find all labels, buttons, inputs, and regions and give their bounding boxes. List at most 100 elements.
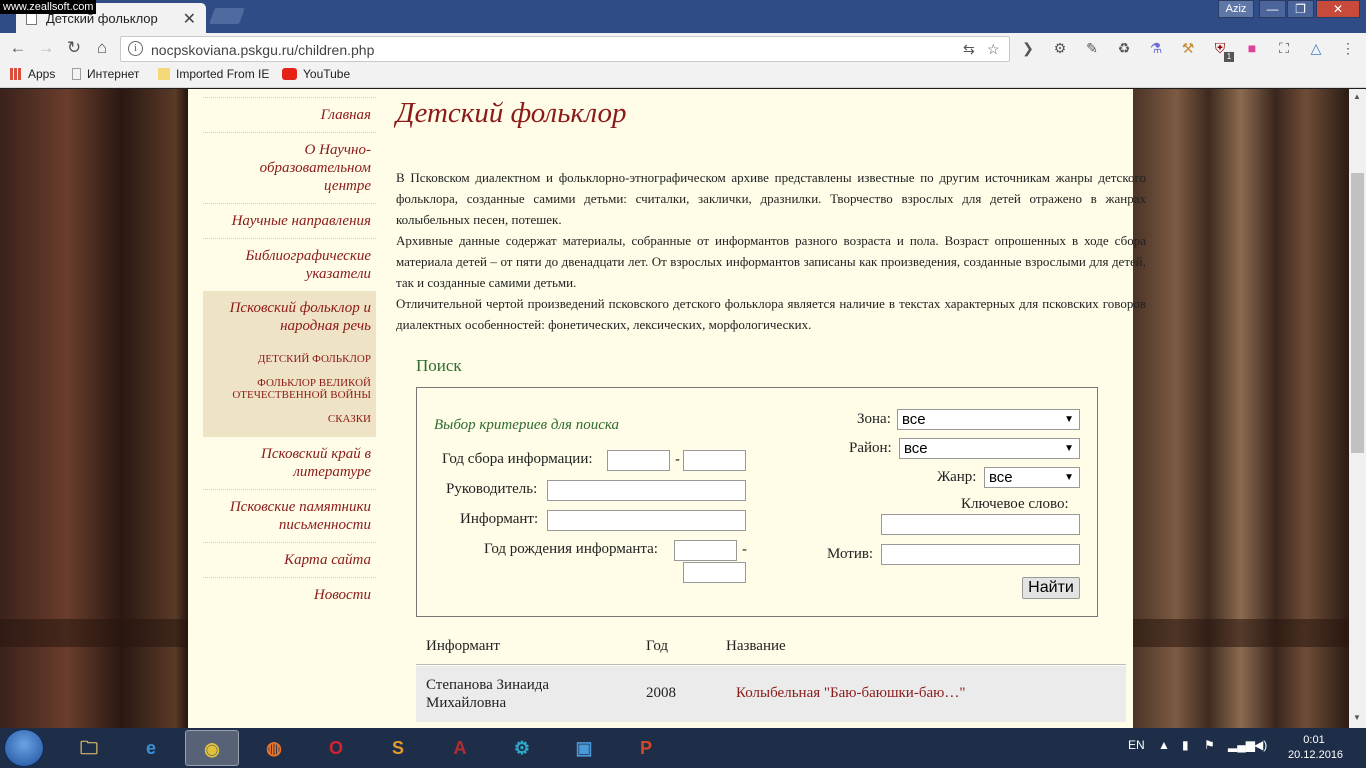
genre-label: Жанр:	[937, 469, 977, 485]
birth-to-input[interactable]	[683, 562, 746, 583]
leader-input[interactable]	[547, 480, 746, 501]
clock[interactable]: 0:01 20.12.2016	[1288, 733, 1344, 763]
eyedropper-icon[interactable]: ✎	[1082, 38, 1102, 58]
url-text[interactable]: nocpskoviana.pskgu.ru/children.php	[151, 42, 374, 58]
profile-button[interactable]: Aziz	[1218, 0, 1254, 18]
pocket-icon[interactable]: ❯	[1018, 38, 1038, 58]
criteria-heading: Выбор критериев для поиска	[434, 417, 619, 433]
row-year: 2008	[646, 685, 676, 701]
star-icon[interactable]: ☆	[987, 41, 1000, 58]
folder-icon	[158, 68, 170, 80]
close-window-button[interactable]: ✕	[1316, 0, 1360, 18]
bookmark-label: Imported From IE	[176, 67, 270, 81]
birth-year-label: Год рождения информанта:	[484, 541, 658, 557]
start-button[interactable]	[4, 729, 44, 767]
scroll-up-icon[interactable]: ▲	[1353, 92, 1361, 101]
scroll-thumb[interactable]	[1351, 173, 1364, 453]
zone-value: все	[902, 411, 926, 428]
back-button[interactable]: ←	[6, 36, 30, 60]
page-body: Главная О Научно-образовательном центре …	[188, 89, 1146, 728]
sidebar-item-folklore[interactable]: Псковский фольклор и народная речь	[203, 291, 376, 343]
volume-icon[interactable]: ◀)	[1254, 738, 1267, 752]
table-row: Степанова Зинаида Михайловна 2008 Колыбе…	[416, 666, 1126, 722]
page-scrollbar[interactable]: ▲ ▼	[1349, 89, 1366, 728]
birth-from-input[interactable]	[674, 540, 737, 561]
info-icon[interactable]: i	[128, 41, 143, 56]
ublock-count-badge: 1	[1224, 52, 1234, 62]
recycle-icon[interactable]: ♻	[1114, 38, 1134, 58]
window-app[interactable]: ▣	[557, 730, 611, 766]
search-heading: Поиск	[416, 356, 462, 375]
keyword-input[interactable]	[881, 514, 1080, 535]
flask-icon[interactable]: ⚗	[1146, 38, 1166, 58]
genre-select[interactable]: все ▼	[984, 467, 1080, 488]
firefox-app[interactable]: ◍	[247, 730, 301, 766]
bookmark-imported[interactable]: Imported From IE	[158, 67, 269, 81]
address-bar[interactable]: i nocpskoviana.pskgu.ru/children.php ⇆ ☆	[120, 36, 1010, 62]
bookmark-label: Интернет	[87, 67, 140, 81]
screenshot-icon[interactable]: ⛶	[1274, 38, 1294, 58]
language-indicator[interactable]: EN	[1128, 738, 1145, 752]
results-table: Информант Год Название Степанова Зинаида…	[416, 629, 1126, 722]
color-icon[interactable]: ■	[1242, 38, 1262, 58]
chrome-app[interactable]: ◉	[185, 730, 239, 766]
battery-icon[interactable]: ▮	[1182, 738, 1189, 752]
submenu-tales[interactable]: Сказки	[203, 407, 376, 431]
access-app[interactable]: A	[433, 730, 487, 766]
district-select[interactable]: все ▼	[899, 438, 1080, 459]
submenu-children-folklore[interactable]: Детский фольклор	[203, 347, 376, 371]
bookmark-internet[interactable]: Интернет	[72, 67, 139, 81]
maximize-button[interactable]: ❐	[1287, 0, 1314, 18]
tab-close-icon[interactable]: ✕	[183, 9, 196, 29]
new-tab-button[interactable]	[209, 8, 245, 24]
sidebar-item-news[interactable]: Новости	[203, 577, 376, 612]
informant-input[interactable]	[547, 510, 746, 531]
tray-expand-icon[interactable]: ▲	[1158, 738, 1170, 752]
birth-dash: -	[742, 541, 747, 558]
bookmark-label: YouTube	[303, 67, 351, 81]
search-button[interactable]: Найти	[1022, 577, 1080, 599]
translate-icon[interactable]: ⇆	[963, 41, 975, 58]
zone-select[interactable]: все ▼	[897, 409, 1080, 430]
hammer-icon[interactable]: ⚒	[1178, 38, 1198, 58]
opera-app[interactable]: O	[309, 730, 363, 766]
submenu-war-folklore[interactable]: Фольклор Великой Отечественной войны	[203, 371, 376, 407]
motif-label: Мотив:	[827, 546, 874, 562]
scroll-down-icon[interactable]: ▼	[1353, 713, 1361, 722]
network-icon[interactable]: ▂▄▆	[1228, 738, 1255, 752]
settings-app[interactable]: ⚙	[495, 730, 549, 766]
sidebar-item-monuments[interactable]: Псковские памятники письменности	[203, 489, 376, 542]
bookmark-label: Apps	[28, 67, 56, 81]
sidebar-item-bibliography[interactable]: Библиографические указатели	[203, 238, 376, 291]
sidebar-nav: Главная О Научно-образовательном центре …	[203, 97, 376, 612]
intro-paragraph: В Псковском диалектном и фольклорно-этно…	[396, 170, 1146, 227]
clock-date: 20.12.2016	[1288, 749, 1344, 761]
home-button[interactable]: ⌂	[90, 36, 114, 60]
bookmark-apps[interactable]: Apps	[10, 67, 55, 81]
ie-app[interactable]: e	[124, 730, 178, 766]
bookmark-youtube[interactable]: YouTube	[282, 67, 350, 81]
sidebar-item-literature[interactable]: Псковский край в литературе	[203, 437, 376, 489]
motif-input[interactable]	[881, 544, 1080, 565]
minimize-button[interactable]: —	[1259, 0, 1286, 18]
year-to-input[interactable]	[683, 450, 746, 471]
powerpoint-app[interactable]: P	[619, 730, 673, 766]
gear-icon[interactable]: ⚙	[1050, 38, 1070, 58]
sync-icon[interactable]: △	[1306, 38, 1326, 58]
sublime-app[interactable]: S	[371, 730, 425, 766]
column-informant: Информант	[426, 638, 500, 654]
forward-button[interactable]: →	[34, 36, 58, 60]
flag-icon[interactable]: ⚑	[1204, 738, 1215, 752]
explorer-app[interactable]: 🗀	[62, 730, 116, 766]
reload-button[interactable]: ↻	[62, 36, 86, 60]
intro-text: В Псковском диалектном и фольклорно-этно…	[396, 167, 1146, 335]
sidebar-item-home[interactable]: Главная	[203, 97, 376, 132]
sidebar-item-research[interactable]: Научные направления	[203, 203, 376, 238]
windows-taskbar: 🗀 e ◉ ◍ O S A ⚙ ▣ P EN ▲ ▮ ⚑ ▂▄▆ ◀) 0:01 20.12.20…	[0, 728, 1366, 768]
menu-icon[interactable]: ⋮	[1338, 38, 1358, 58]
row-title-link[interactable]: Колыбельная "Баю-баюшки-баю…"	[736, 685, 965, 702]
row-informant: Степанова Зинаида Михайловна	[426, 677, 550, 711]
year-from-input[interactable]	[607, 450, 670, 471]
sidebar-item-about[interactable]: О Научно-образовательном центре	[203, 132, 376, 203]
sidebar-item-sitemap[interactable]: Карта сайта	[203, 542, 376, 577]
